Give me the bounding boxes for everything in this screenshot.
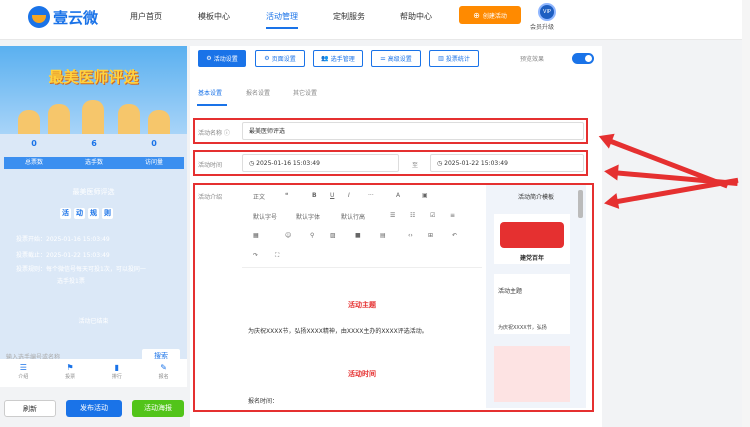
bar-chart-icon: ▮ <box>114 363 120 372</box>
nav-templates[interactable]: 模板中心 <box>198 11 230 22</box>
mobile-preview: 最美医师评选 0 6 0 总票数 选手数 访问量 最美医师评选 活 动 规 则 … <box>0 46 187 370</box>
preview-toggle[interactable] <box>572 53 594 64</box>
rules-char: 规 <box>88 208 99 219</box>
doctor-figure <box>148 110 170 134</box>
brand-logo[interactable]: 壹云微 <box>28 6 98 28</box>
tab-contestants[interactable]: 👥 选手管理 <box>313 50 363 67</box>
create-activity-button[interactable]: ⊕ 创建活动 <box>459 6 521 24</box>
tab-activity-settings-label: 活动设置 <box>213 56 238 63</box>
tab-signup-label: 报名 <box>158 374 169 380</box>
poster-button[interactable]: 活动海报 <box>132 400 184 417</box>
highlight-box <box>193 150 588 176</box>
tab-activity-settings[interactable]: ⚙ 活动设置 <box>198 50 246 67</box>
rules-char: 活 <box>60 208 71 219</box>
stat-contestants: 6 <box>91 139 97 148</box>
highlight-box <box>193 118 588 144</box>
sliders-icon: ⚌ <box>380 55 386 62</box>
preview-tabbar: ☰ 介绍 ⚑ 投票 ▮ 排行 ✎ 报名 <box>0 359 187 387</box>
brand-name: 壹云微 <box>53 8 99 27</box>
logo-icon <box>28 6 50 28</box>
tab-intro[interactable]: ☰ 介绍 <box>0 359 47 387</box>
highlight-box <box>193 183 594 412</box>
nav-activity-management[interactable]: 活动管理 <box>266 11 298 29</box>
vip-upgrade-label[interactable]: 会员升级 <box>530 22 554 31</box>
bottom-actions: 刷新 发布活动 活动海报 <box>0 392 187 427</box>
subtab-basic[interactable]: 基本设置 <box>198 88 222 97</box>
signup-icon: ✎ <box>160 363 167 372</box>
tab-intro-label: 介绍 <box>18 374 29 380</box>
refresh-button[interactable]: 刷新 <box>4 400 56 417</box>
chart-icon: ▥ <box>438 55 444 62</box>
vote-rule-info: 投票规则：每个微信号每天可投1次，可以投同一 <box>16 266 146 273</box>
preview-banner: 最美医师评选 <box>0 46 187 134</box>
red-arrow <box>611 177 739 205</box>
subtab-signup[interactable]: 报名设置 <box>246 88 270 97</box>
stat-total-votes: 0 <box>31 139 37 148</box>
nav-custom-service[interactable]: 定制服务 <box>333 11 365 22</box>
nav-help[interactable]: 帮助中心 <box>400 11 432 22</box>
tab-page-settings[interactable]: ⚙ 页面设置 <box>255 50 305 67</box>
activity-name-preview: 最美医师评选 <box>72 188 115 196</box>
publish-button[interactable]: 发布活动 <box>66 400 122 417</box>
rules-char: 动 <box>74 208 85 219</box>
doctor-figure <box>82 100 104 134</box>
doctor-figure <box>18 110 40 134</box>
tab-signup[interactable]: ✎ 报名 <box>140 359 187 387</box>
tab-contestants-label: 选手管理 <box>330 56 355 63</box>
vote-end-info: 投票截止：2025-01-22 15:03:49 <box>16 252 110 259</box>
flag-icon: ⚑ <box>66 363 74 372</box>
list-icon: ☰ <box>19 363 27 372</box>
gear-icon: ⚙ <box>206 55 212 62</box>
users-icon: 👥 <box>321 55 329 62</box>
tab-rank[interactable]: ▮ 排行 <box>94 359 141 387</box>
top-bar: 壹云微 用户首页 模板中心 活动管理 定制服务 帮助中心 ⊕ 创建活动 VIP 会… <box>0 0 750 40</box>
create-activity-label: 创建活动 <box>482 12 507 20</box>
tab-advanced-label: 高级设置 <box>387 56 412 63</box>
stat-total-votes-label: 总票数 <box>4 157 64 169</box>
settings-panel: ⚙ 活动设置 ⚙ 页面设置 👥 选手管理 ⚌ 高级设置 ▥ 投票统计 预览效果 基本设置 … <box>190 46 602 427</box>
vote-start-info: 投票开始：2025-01-16 15:03:49 <box>16 236 110 243</box>
stat-visits-label: 访问量 <box>124 157 184 169</box>
nav-home[interactable]: 用户首页 <box>130 11 162 22</box>
preview-toggle-label: 预览效果 <box>520 56 545 63</box>
page-scrollbar[interactable] <box>742 0 750 427</box>
tab-vote-stats[interactable]: ▥ 投票统计 <box>429 50 479 67</box>
doctor-figure <box>118 104 140 134</box>
doctor-figure <box>48 104 70 134</box>
rules-char: 则 <box>102 208 113 219</box>
banner-title: 最美医师评选 <box>48 68 139 86</box>
plus-icon: ⊕ <box>473 10 480 20</box>
tab-vote-stats-label: 投票统计 <box>445 56 470 63</box>
vip-badge-text: VIP <box>543 9 551 15</box>
vip-icon[interactable]: VIP <box>538 3 556 21</box>
tab-rank-label: 排行 <box>111 374 122 380</box>
stat-contestants-label: 选手数 <box>64 157 124 169</box>
stat-visits: 0 <box>151 139 157 148</box>
subtab-underline <box>197 104 227 106</box>
subtab-other[interactable]: 其它设置 <box>293 88 317 97</box>
vote-rule-info-cont: 选手投1票 <box>57 278 85 285</box>
tab-vote-label: 投票 <box>65 374 76 380</box>
gear-icon: ⚙ <box>264 55 270 62</box>
tab-vote[interactable]: ⚑ 投票 <box>47 359 94 387</box>
activity-ended-label: 活动已结束 <box>78 318 109 325</box>
tab-page-settings-label: 页面设置 <box>271 56 296 63</box>
tab-advanced[interactable]: ⚌ 高级设置 <box>371 50 421 67</box>
rules-heading: 活 动 规 则 <box>60 208 113 219</box>
